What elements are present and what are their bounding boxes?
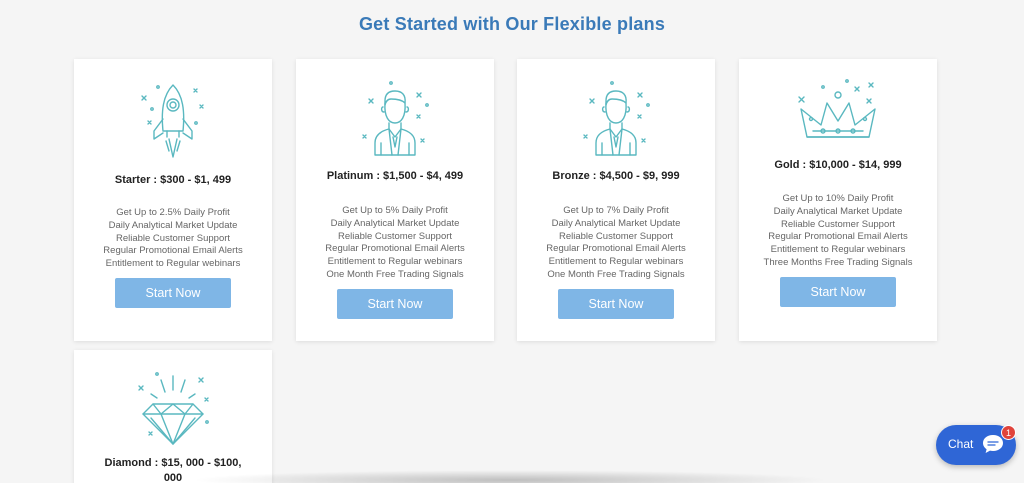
feature-item: Daily Analytical Market Update: [773, 205, 903, 217]
feature-item: Regular Promotional Email Alerts: [768, 231, 908, 243]
feature-item: Reliable Customer Support: [115, 232, 231, 244]
feature-item: Regular Promotional Email Alerts: [103, 245, 243, 257]
feature-item: Regular Promotional Email Alerts: [325, 243, 465, 255]
start-now-button[interactable]: Start Now: [337, 289, 453, 319]
feature-list: Get Up to 10% Daily Profit Daily Analyti…: [739, 193, 937, 270]
plan-title: Gold : $10,000 - $14, 999: [774, 159, 902, 171]
feature-item: Entitlement to Regular webinars: [770, 244, 906, 256]
plan-title: Bronze : $4,500 - $9, 999: [552, 170, 680, 182]
chat-label: Chat: [948, 437, 974, 451]
start-now-button[interactable]: Start Now: [558, 289, 674, 319]
businessman-icon: [517, 79, 715, 161]
notification-badge: 1: [1001, 425, 1016, 440]
feature-item: Regular Promotional Email Alerts: [546, 243, 686, 255]
start-now-button[interactable]: Start Now: [115, 278, 231, 308]
feature-item: Reliable Customer Support: [558, 230, 674, 242]
chat-bubble-icon: [982, 434, 1004, 454]
feature-item: Three Months Free Trading Signals: [763, 256, 913, 268]
feature-list: Get Up to 2.5% Daily Profit Daily Analyt…: [74, 207, 272, 271]
rocket-icon: [74, 81, 272, 163]
plan-title: Platinum : $1,500 - $4, 499: [326, 170, 464, 182]
crown-icon: [739, 75, 937, 147]
feature-item: One Month Free Trading Signals: [547, 268, 685, 280]
feature-item: Reliable Customer Support: [780, 218, 896, 230]
businessman-icon: [296, 79, 494, 161]
plan-card-starter: Starter : $300 - $1, 499 Get Up to 2.5% …: [74, 59, 272, 341]
feature-item: Daily Analytical Market Update: [108, 219, 238, 231]
feature-item: Reliable Customer Support: [337, 230, 453, 242]
plan-title: Starter : $300 - $1, 499: [114, 174, 232, 186]
plan-card-gold: Gold : $10,000 - $14, 999 Get Up to 10% …: [739, 59, 937, 341]
feature-item: Entitlement to Regular webinars: [327, 256, 463, 268]
plan-card-diamond: Diamond : $15, 000 - $100, 000: [74, 350, 272, 483]
plan-card-platinum: Platinum : $1,500 - $4, 499 Get Up to 5%…: [296, 59, 494, 341]
page-title: Get Started with Our Flexible plans: [358, 14, 666, 34]
feature-item: Entitlement to Regular webinars: [105, 258, 241, 270]
start-now-button[interactable]: Start Now: [780, 277, 896, 307]
feature-list: Get Up to 5% Daily Profit Daily Analytic…: [296, 205, 494, 282]
diamond-icon: [74, 370, 272, 446]
feature-item: One Month Free Trading Signals: [326, 268, 464, 280]
feature-item: Get Up to 5% Daily Profit: [342, 205, 448, 216]
feature-item: Get Up to 10% Daily Profit: [782, 193, 894, 204]
scroll-shadow: [190, 470, 830, 483]
feature-item: Get Up to 2.5% Daily Profit: [116, 207, 230, 218]
feature-list: Get Up to 7% Daily Profit Daily Analytic…: [517, 205, 715, 282]
feature-item: Get Up to 7% Daily Profit: [563, 205, 669, 216]
feature-item: Daily Analytical Market Update: [551, 217, 681, 229]
plan-card-bronze: Bronze : $4,500 - $9, 999 Get Up to 7% D…: [517, 59, 715, 341]
feature-item: Entitlement to Regular webinars: [548, 256, 684, 268]
plan-title-line: Diamond : $15, 000 - $100,: [104, 457, 242, 469]
feature-item: Daily Analytical Market Update: [330, 217, 460, 229]
